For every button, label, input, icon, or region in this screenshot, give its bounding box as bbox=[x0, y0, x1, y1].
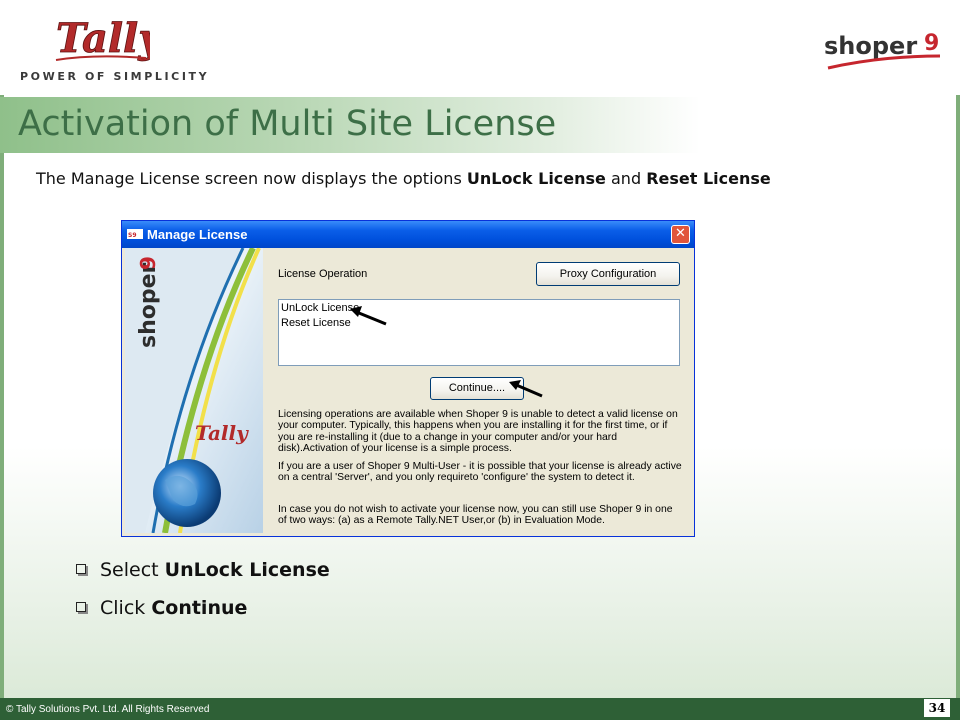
info-paragraph-1: Licensing operations are available when … bbox=[278, 409, 678, 455]
side-brand-text: shoper bbox=[136, 262, 161, 348]
checkbox-bullet-icon bbox=[76, 564, 86, 574]
manage-license-dialog: S9 Manage License ✕ shoper 9 Tally Licen… bbox=[121, 220, 695, 537]
checkbox-bullet-icon bbox=[76, 602, 86, 612]
side-brand-number: 9 bbox=[136, 256, 160, 270]
info-paragraph-2: If you are a user of Shoper 9 Multi-User… bbox=[278, 461, 682, 484]
step-2-bold: Continue bbox=[151, 597, 248, 619]
svg-text:S9: S9 bbox=[128, 232, 137, 239]
shoper-logo-number: 9 bbox=[924, 31, 939, 56]
step-click-continue: Click Continue bbox=[76, 597, 247, 619]
list-item-reset-license[interactable]: Reset License bbox=[281, 317, 351, 329]
page-number: 34 bbox=[924, 699, 950, 717]
close-button[interactable]: ✕ bbox=[671, 225, 690, 244]
step-select-unlock: Select UnLock License bbox=[76, 559, 330, 581]
footer-copyright: © Tally Solutions Pvt. Ltd. All Rights R… bbox=[6, 704, 210, 715]
step-1-text: Select bbox=[100, 559, 165, 581]
shoper9-logo: shoper 9 bbox=[824, 31, 941, 70]
shoper-app-icon: S9 bbox=[127, 229, 143, 239]
left-border-strip bbox=[0, 95, 4, 700]
step-1-bold: UnLock License bbox=[164, 559, 330, 581]
license-operation-label: License Operation bbox=[278, 268, 368, 280]
info-paragraph-3: In case you do not wish to activate your… bbox=[278, 504, 673, 527]
arrow-pointer-unlock bbox=[350, 306, 387, 326]
tally-tagline: POWER OF SIMPLICITY bbox=[20, 70, 210, 83]
side-tally-text: Tally bbox=[195, 421, 249, 445]
license-operation-list[interactable]: UnLock License Reset License bbox=[278, 299, 680, 366]
intro-and: and bbox=[605, 169, 647, 188]
intro-reset-license: Reset License bbox=[646, 169, 771, 188]
slide-title: Activation of Multi Site License bbox=[18, 104, 557, 144]
dialog-title: Manage License bbox=[147, 227, 248, 242]
tally-logo: Tally bbox=[56, 15, 150, 63]
proxy-configuration-button[interactable]: Proxy Configuration bbox=[536, 262, 680, 286]
intro-paragraph: The Manage License screen now displays t… bbox=[36, 168, 916, 190]
right-border-strip bbox=[956, 95, 960, 700]
intro-unlock-license: UnLock License bbox=[466, 169, 606, 188]
dialog-titlebar[interactable]: S9 Manage License ✕ bbox=[122, 221, 694, 248]
arrow-pointer-continue bbox=[509, 380, 543, 398]
step-2-text: Click bbox=[100, 597, 152, 619]
dialog-side-graphic: shoper 9 Tally bbox=[125, 248, 263, 533]
tally-logo-text: Tally bbox=[56, 15, 150, 62]
intro-text: The Manage License screen now displays t… bbox=[36, 169, 467, 188]
